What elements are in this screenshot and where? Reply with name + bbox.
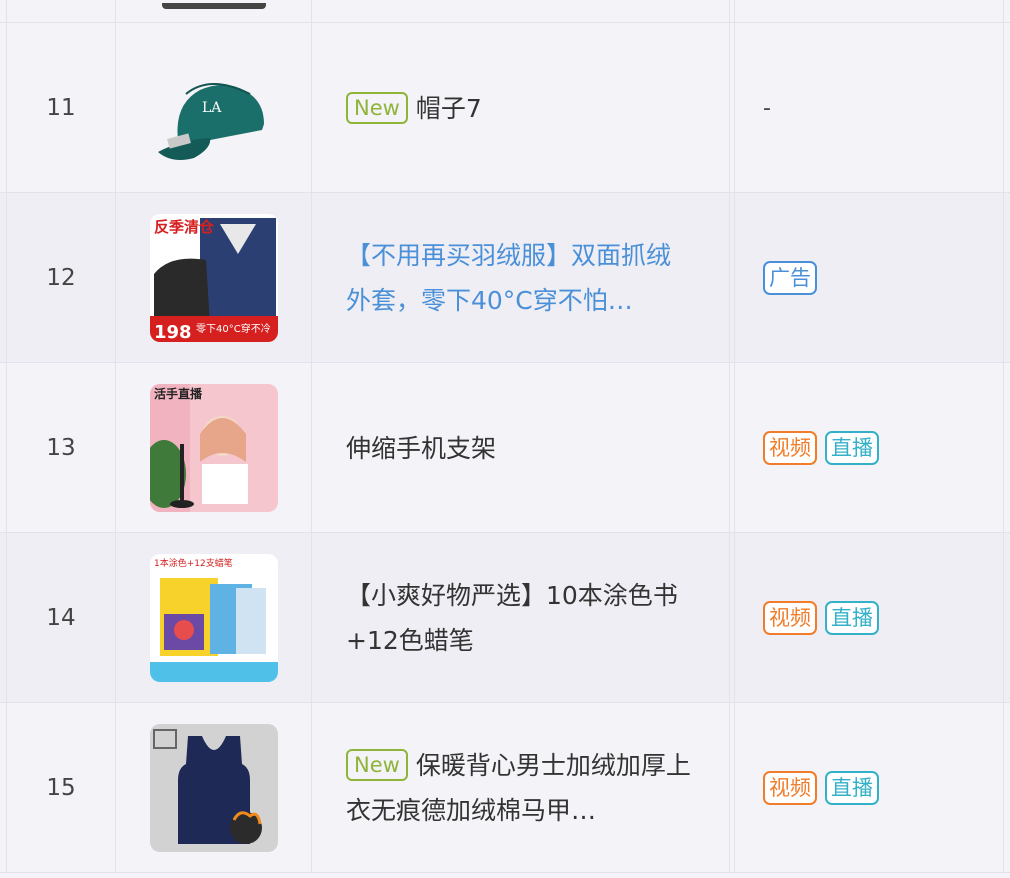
jacket-image[interactable]: 反季清仓 198 零下40°C穿不冷	[149, 214, 278, 342]
empty-tag-placeholder: -	[763, 95, 771, 121]
live-tag: 直播	[825, 771, 879, 805]
table-row[interactable]: 12 反季清仓 198 零下40°C穿不冷 【不用再买羽绒服】双面抓绒外套，零下…	[0, 192, 1010, 363]
video-tag: 视频	[763, 601, 817, 635]
table-row[interactable]: 14 1本涂色+12支蜡笔 【小爽好物严选】10本涂色书+12色蜡笔 视频 直播	[0, 532, 1010, 703]
video-tag: 视频	[763, 771, 817, 805]
product-title-link[interactable]: 【不用再买羽绒服】双面抓绒外套，零下40°C穿不怕…	[346, 233, 693, 323]
live-tag: 直播	[825, 601, 879, 635]
vest-image[interactable]	[149, 724, 278, 852]
phone-stand-image[interactable]: 活手直播	[149, 384, 278, 512]
product-title[interactable]: 伸缩手机支架	[346, 426, 496, 471]
previous-row-fragment	[0, 0, 1010, 22]
svg-text:零下40°C穿不冷: 零下40°C穿不冷	[196, 322, 271, 335]
rank-number: 11	[6, 23, 116, 193]
table-bottom-border	[0, 872, 1010, 873]
product-ranking-table: 11 LA New 帽子7 - 12 反季清仓 198 零下40°C穿不冷 【不…	[0, 0, 1010, 878]
ad-tag: 广告	[763, 261, 817, 295]
svg-text:反季清仓: 反季清仓	[154, 218, 215, 236]
rank-number: 15	[6, 703, 116, 873]
cap-image[interactable]: LA	[150, 44, 278, 172]
table-row[interactable]: 13 活手直播 伸缩手机支架 视频 直播	[0, 362, 1010, 533]
svg-text:活手直播: 活手直播	[154, 386, 203, 401]
svg-text:1本涂色+12支蜡笔: 1本涂色+12支蜡笔	[154, 557, 233, 569]
table-row[interactable]: 15 New 保暖背心男士加绒加厚上衣无痕德加绒棉马甲… 视频 直播	[0, 702, 1010, 873]
live-tag: 直播	[825, 431, 879, 465]
svg-text:LA: LA	[202, 100, 222, 116]
new-badge: New	[346, 91, 408, 124]
svg-text:198: 198	[154, 322, 192, 342]
coloring-book-image[interactable]: 1本涂色+12支蜡笔	[149, 554, 278, 682]
video-tag: 视频	[763, 431, 817, 465]
product-title[interactable]: New 保暖背心男士加绒加厚上衣无痕德加绒棉马甲…	[346, 743, 693, 833]
rank-number: 13	[6, 363, 116, 533]
product-title[interactable]: 【小爽好物严选】10本涂色书+12色蜡笔	[346, 573, 693, 663]
rank-number: 12	[6, 193, 116, 363]
rank-number: 14	[6, 533, 116, 703]
table-row[interactable]: 11 LA New 帽子7 -	[0, 22, 1010, 193]
new-badge: New	[346, 749, 408, 781]
product-title[interactable]: New 帽子7	[346, 86, 482, 131]
